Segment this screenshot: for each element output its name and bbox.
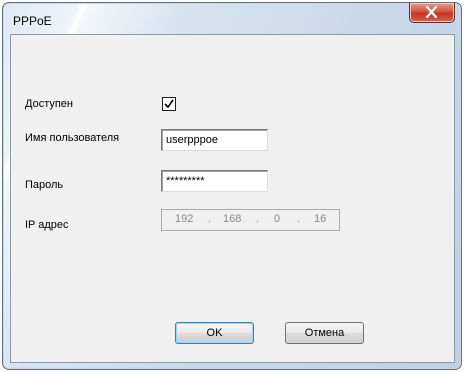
ip-octet-1: 192 — [175, 213, 194, 225]
enabled-label: Доступен — [25, 98, 74, 110]
title-bar[interactable]: PPPoE — [3, 3, 461, 35]
ip-address-field[interactable]: 192 . 168 . 0 . 16 — [161, 209, 340, 231]
password-input[interactable] — [161, 170, 268, 192]
enabled-checkbox[interactable] — [162, 97, 176, 111]
cancel-button[interactable]: Отмена — [285, 322, 364, 344]
ip-octet-2: 168 — [223, 213, 242, 225]
ip-dot-1: . — [208, 213, 212, 225]
close-icon — [425, 6, 438, 18]
username-label: Имя пользователя — [25, 132, 120, 144]
dialog-client-area: Доступен Имя пользователя Пароль IP адре… — [10, 34, 455, 363]
pppoe-dialog: PPPoE Доступен Имя пользователя Пароль I… — [2, 2, 462, 370]
password-label: Пароль — [25, 179, 64, 191]
ip-octet-4: 16 — [314, 213, 327, 225]
check-icon — [164, 99, 174, 109]
username-input[interactable] — [161, 129, 268, 151]
close-button[interactable] — [409, 3, 455, 23]
ip-dot-2: . — [256, 213, 260, 225]
ip-octet-3: 0 — [274, 213, 281, 225]
dialog-title: PPPoE — [13, 14, 52, 28]
ok-button[interactable]: OK — [175, 322, 254, 344]
ip-dot-3: . — [297, 213, 301, 225]
ip-address-label: IP адрес — [25, 219, 69, 231]
